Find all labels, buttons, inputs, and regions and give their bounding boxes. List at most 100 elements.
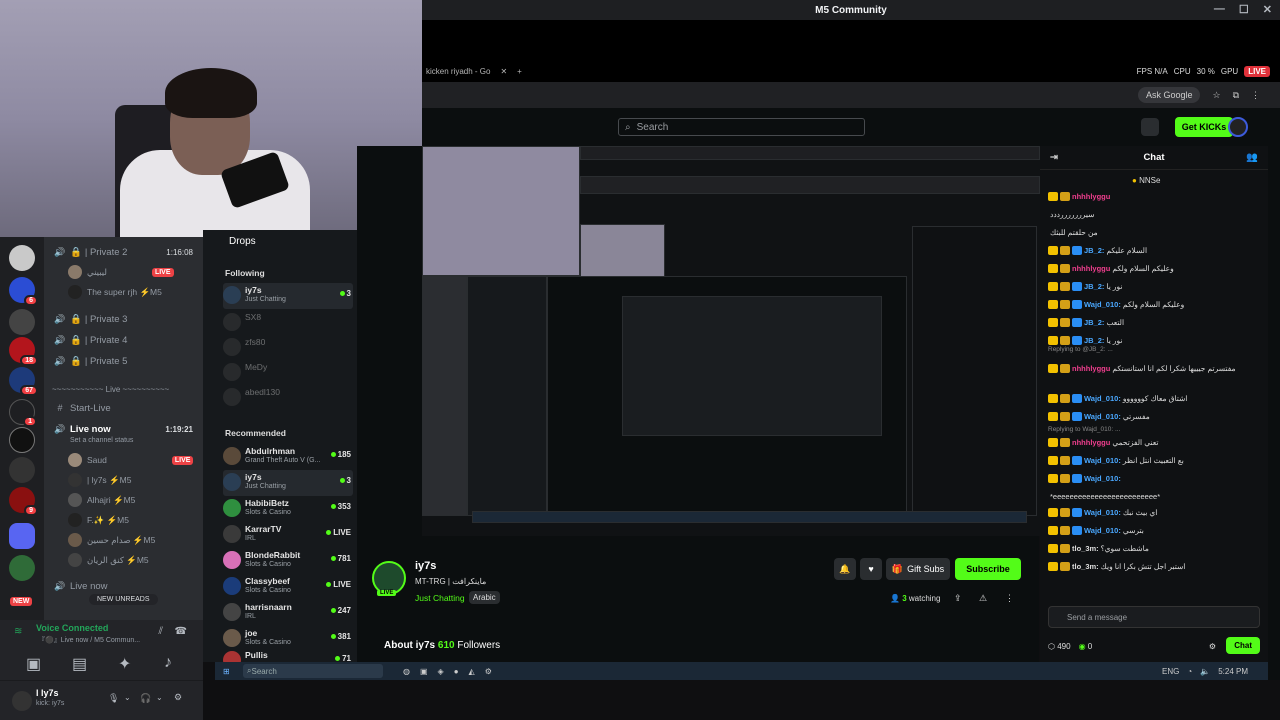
following-channel[interactable]: abedl130	[223, 385, 353, 411]
voice-channel-private-5[interactable]: 🔊 🔒 | Private 5	[44, 352, 203, 370]
gear-icon[interactable]: ⚙	[1209, 642, 1216, 651]
chat-username[interactable]: tlo_3m:	[1072, 544, 1099, 553]
chat-username[interactable]: Wajd_010:	[1084, 526, 1121, 535]
chat-message[interactable]: nhhhlyggu	[1048, 192, 1263, 201]
server-icon[interactable]	[9, 309, 35, 335]
stream-tag[interactable]: Arabic	[469, 591, 500, 604]
chat-message[interactable]: Wajd_010: وعليكم السلام ولكم	[1048, 300, 1263, 309]
headphones-icon[interactable]: 🎧	[140, 693, 151, 704]
chat-message[interactable]: nhhhlyggu وعليكم السلام ولكم	[1048, 264, 1263, 273]
subscribe-button[interactable]: Subscribe	[955, 558, 1021, 580]
recommended-channel[interactable]: Abdulrhman Grand Theft Auto V (G... 185	[223, 444, 353, 470]
channel-status[interactable]: Set a channel status	[70, 437, 133, 444]
avatar[interactable]	[12, 691, 32, 711]
chat-message[interactable]: JB_2: نور يا	[1048, 282, 1263, 291]
following-channel[interactable]: SX8	[223, 310, 353, 336]
following-channel[interactable]: zfs80	[223, 335, 353, 361]
recommended-channel[interactable]: harrisnaarn IRL 247	[223, 600, 353, 626]
report-icon[interactable]: ⚠	[979, 593, 987, 604]
activities-icon[interactable]: ✦	[118, 654, 131, 674]
taskbar-app-icon[interactable]: ⚙	[485, 667, 492, 676]
search-input[interactable]: ⌕ Search	[618, 118, 865, 136]
chat-message[interactable]: من حلقتم للبثك	[1048, 228, 1263, 237]
recommended-channel[interactable]: iy7s Just Chatting 3	[223, 470, 353, 496]
chat-username[interactable]: nhhhlyggu	[1072, 364, 1110, 373]
recommended-channel[interactable]: Pullis 71	[223, 648, 353, 662]
voice-user[interactable]: Alhajri ⚡M5	[68, 491, 135, 509]
chat-message[interactable]: Wajd_010: اشتاق معاك كوووووو	[1048, 394, 1263, 403]
chat-username[interactable]: Wajd_010:	[1084, 508, 1121, 517]
chat-message[interactable]: Wajd_010:	[1048, 474, 1263, 483]
close-icon[interactable]: ✕	[1263, 3, 1272, 16]
chat-message[interactable]: nhhhlyggu تعني الفزتحمي	[1048, 438, 1263, 447]
chat-username[interactable]: Wajd_010:	[1084, 474, 1121, 483]
maximize-icon[interactable]: ☐	[1239, 3, 1249, 16]
chat-username[interactable]: JB_2:	[1084, 282, 1104, 291]
taskbar-app-icon[interactable]: ◭	[469, 667, 475, 676]
notification-button[interactable]: 🔔	[834, 558, 856, 580]
camera-icon[interactable]: ▣	[26, 654, 41, 674]
chat-users-icon[interactable]: 👥	[1246, 152, 1258, 163]
minimize-icon[interactable]: —	[1214, 3, 1225, 16]
text-channel-start-live[interactable]: # Start-Live	[44, 399, 203, 417]
screen-share-icon[interactable]: ▤	[72, 654, 87, 674]
taskbar-app-icon[interactable]: ◈	[438, 667, 444, 676]
bookmark-star-icon[interactable]: ☆	[1212, 90, 1220, 101]
extensions-icon[interactable]: ⧉	[1233, 90, 1239, 101]
server-icon[interactable]: 9	[9, 487, 38, 516]
new-tab-icon[interactable]: +	[517, 67, 522, 76]
voice-user[interactable]: كنق الريان ⚡M5	[68, 551, 149, 569]
chat-input[interactable]: Send a message	[1048, 606, 1260, 628]
following-channel[interactable]: iy7s Just Chatting 3	[223, 283, 353, 309]
voice-channel-live-now[interactable]: 🔊 Live now 1:19:21	[44, 420, 203, 438]
chat-username[interactable]: nhhhlyggu	[1072, 438, 1110, 447]
taskbar-app-icon[interactable]: ▣	[420, 667, 428, 676]
noise-suppression-icon[interactable]: ⫽	[159, 626, 163, 637]
stream-video-frame[interactable]	[422, 146, 1040, 536]
tray-clock[interactable]: 5:24 PM	[1218, 667, 1248, 676]
taskbar-search[interactable]: ⌕ Search	[243, 664, 383, 678]
points-display[interactable]: ⬡ 490	[1048, 642, 1071, 651]
drops-link[interactable]: Drops	[229, 236, 256, 247]
server-icon[interactable]: 67	[9, 367, 38, 396]
chat-message[interactable]: JB_2: التعب	[1048, 318, 1263, 327]
browser-menu-icon[interactable]: ⋮	[1251, 90, 1260, 101]
chat-username[interactable]: tlo_3m:	[1072, 562, 1099, 571]
store-icon[interactable]	[1141, 118, 1159, 136]
server-icon[interactable]: 6	[9, 277, 38, 306]
follow-button[interactable]: ♥	[860, 558, 882, 580]
voice-status[interactable]: Voice Connected	[36, 623, 108, 633]
chat-send-button[interactable]: Chat	[1226, 637, 1260, 654]
more-icon[interactable]: ⋮	[1005, 593, 1014, 604]
chevron-down-icon[interactable]: ⌄	[124, 693, 131, 702]
recommended-channel[interactable]: BlondeRabbit Slots & Casino 781	[223, 548, 353, 574]
disconnect-icon[interactable]: ☎	[175, 626, 187, 637]
chat-username[interactable]: Wajd_010:	[1084, 456, 1121, 465]
chat-username[interactable]: JB_2:	[1084, 246, 1104, 255]
chat-username[interactable]: Wajd_010:	[1084, 394, 1121, 403]
server-icon[interactable]	[9, 427, 35, 453]
chat-username[interactable]: JB_2:	[1084, 336, 1104, 345]
server-icon[interactable]	[9, 457, 35, 483]
chat-username[interactable]: JB_2:	[1084, 318, 1104, 327]
voice-user[interactable]: Saud LIVE	[68, 451, 194, 469]
voice-user[interactable]: F.✨ ⚡M5	[68, 511, 129, 529]
tray-lang[interactable]: ENG	[1162, 667, 1179, 676]
voice-user[interactable]: صدام حسين ⚡M5	[68, 531, 155, 549]
share-icon[interactable]: ⇪	[954, 593, 962, 604]
recommended-channel[interactable]: KarrarTV IRL LIVE	[223, 522, 353, 548]
chat-message[interactable]: tlo_3m: استبر اجل تتش بكرا انا ويك	[1048, 562, 1263, 571]
chevron-down-icon[interactable]: ⌄	[156, 693, 163, 702]
voice-channel-live-now-2[interactable]: 🔊 Live now	[44, 577, 203, 595]
browser-tab[interactable]: kicken riyadh - Go ✕ +	[426, 67, 522, 76]
chat-message[interactable]: سيرررررررددد	[1048, 210, 1263, 219]
server-icon[interactable]: 18	[9, 337, 38, 366]
new-unreads-button[interactable]: NEW UNREADS	[89, 594, 158, 605]
taskbar-app-icon[interactable]: ◍	[403, 667, 410, 676]
voice-channel-private-4[interactable]: 🔊 🔒 | Private 4	[44, 331, 203, 349]
server-icon[interactable]: 1	[9, 399, 37, 427]
voice-user[interactable]: ليبيني LIVE	[68, 263, 174, 281]
recommended-channel[interactable]: HabibiBetz Slots & Casino 353	[223, 496, 353, 522]
following-channel[interactable]: MeDy	[223, 360, 353, 386]
category-live[interactable]: ~~~~~~~~~~~ Live ~~~~~~~~~~	[44, 380, 203, 398]
